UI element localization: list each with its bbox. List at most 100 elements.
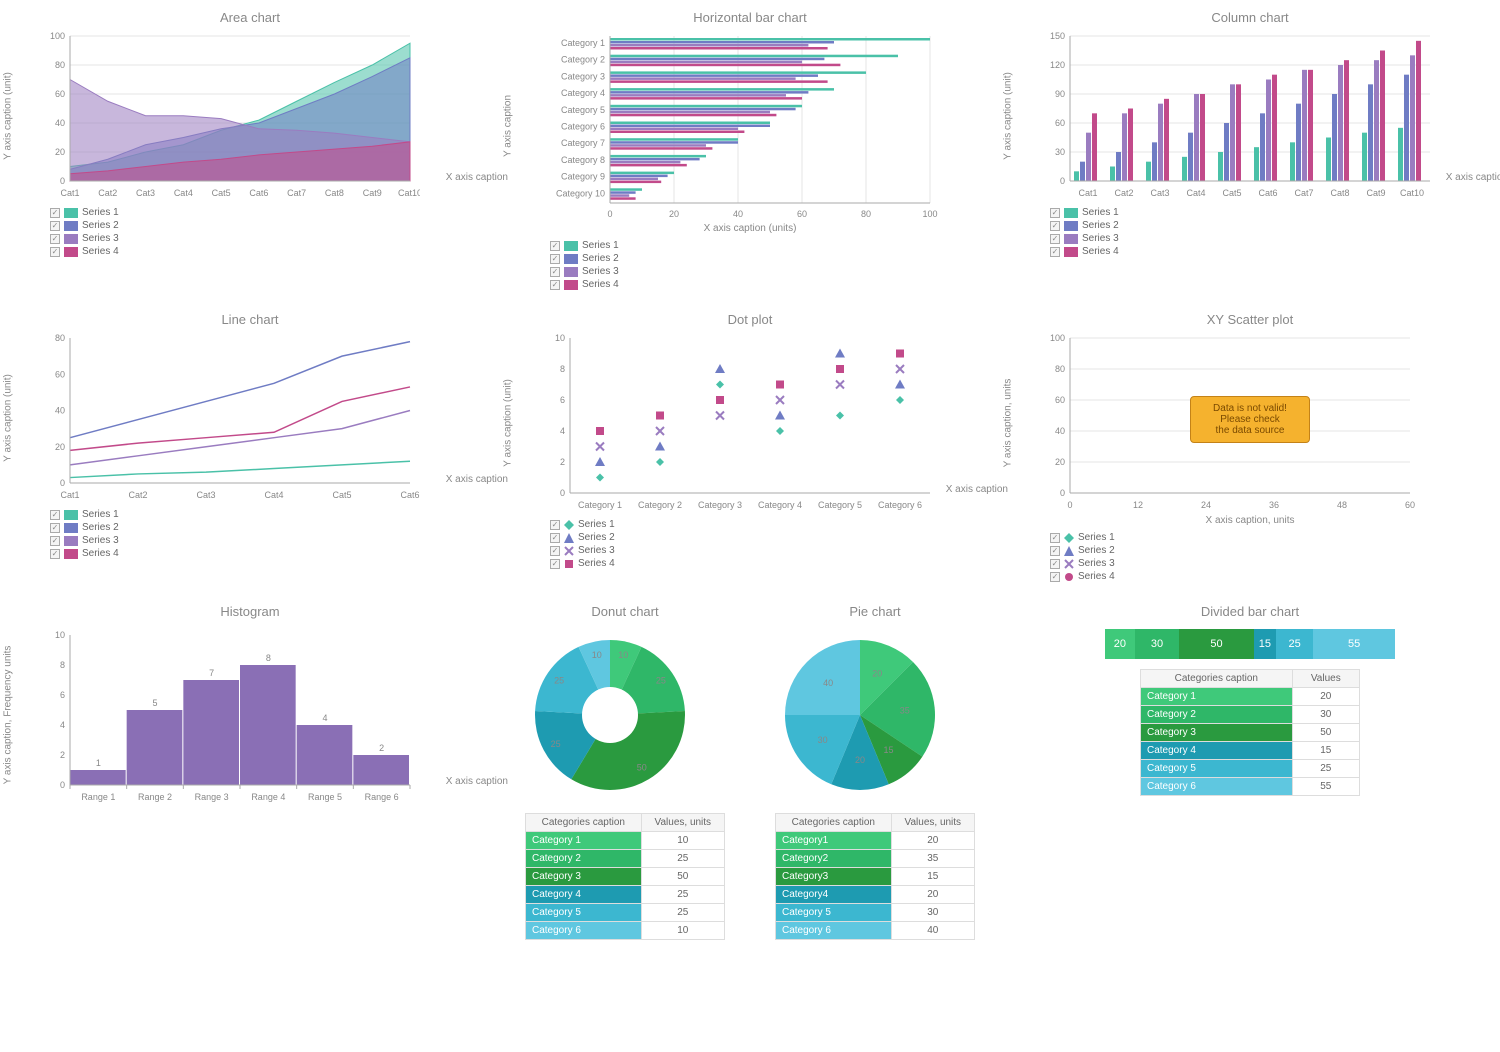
legend-item[interactable]: ✓Series 2: [1050, 220, 1490, 231]
svg-text:2: 2: [60, 750, 65, 760]
svg-text:0: 0: [607, 209, 612, 219]
legend-item[interactable]: ✓Series 1: [50, 207, 490, 218]
svg-text:20: 20: [55, 147, 65, 157]
svg-text:Range 1: Range 1: [81, 792, 115, 802]
svg-text:Cat3: Cat3: [196, 490, 215, 500]
svg-text:20: 20: [855, 755, 865, 765]
legend-item[interactable]: ✓Series 1: [550, 240, 990, 251]
svg-text:8: 8: [560, 364, 565, 374]
legend-item[interactable]: ✓Series 2: [550, 532, 990, 543]
svg-text:10: 10: [592, 650, 602, 660]
svg-text:30: 30: [1055, 147, 1065, 157]
svg-text:Category 10: Category 10: [556, 188, 605, 198]
svg-text:40: 40: [823, 678, 833, 688]
legend-item[interactable]: ✓Series 3: [50, 233, 490, 244]
svg-text:Category 2: Category 2: [638, 500, 682, 510]
svg-text:Cat5: Cat5: [212, 188, 231, 198]
area-plot: 020406080100Cat1Cat2Cat3Cat4Cat5Cat6Cat7…: [40, 31, 420, 201]
legend-item[interactable]: ✓Series 1: [1050, 207, 1490, 218]
legend-item[interactable]: ✓Series 3: [550, 266, 990, 277]
legend-item[interactable]: ✓Series 4: [50, 246, 490, 257]
svg-text:0: 0: [1060, 488, 1065, 498]
svg-text:Cat4: Cat4: [264, 490, 283, 500]
area-ylabel: Y axis caption (unit): [3, 72, 14, 160]
line-ylabel: Y axis caption (unit): [3, 374, 14, 462]
legend-item[interactable]: ✓Series 1: [1050, 532, 1490, 543]
svg-text:Cat10: Cat10: [1400, 188, 1424, 198]
legend-item[interactable]: ✓Series 1: [50, 509, 490, 520]
svg-text:Cat8: Cat8: [1330, 188, 1349, 198]
svg-text:Cat10: Cat10: [398, 188, 420, 198]
svg-text:12: 12: [1133, 500, 1143, 510]
legend-item[interactable]: ✓Series 3: [1050, 233, 1490, 244]
svg-text:Category 4: Category 4: [758, 500, 802, 510]
histogram-chart: Histogram Y axis caption, Frequency unit…: [10, 604, 490, 940]
legend-item[interactable]: ✓Series 1: [550, 519, 990, 530]
hist-plot: 02468101Range 15Range 27Range 38Range 44…: [40, 625, 420, 805]
svg-text:Range 5: Range 5: [308, 792, 342, 802]
legend-item[interactable]: ✓Series 4: [550, 558, 990, 569]
svg-text:1: 1: [96, 758, 101, 768]
divided-bar: 203050152555: [1105, 629, 1395, 659]
svg-text:Category 1: Category 1: [561, 38, 605, 48]
scatter-xlabel: X axis caption, units: [1010, 515, 1490, 526]
svg-text:60: 60: [1055, 118, 1065, 128]
svg-text:20: 20: [55, 442, 65, 452]
svg-text:100: 100: [1050, 333, 1065, 343]
svg-text:2: 2: [379, 743, 384, 753]
line-title: Line chart: [10, 312, 490, 327]
legend-item[interactable]: ✓Series 4: [50, 548, 490, 559]
svg-text:6: 6: [560, 395, 565, 405]
dot-xlabel: X axis caption: [946, 484, 1008, 495]
legend-item[interactable]: ✓Series 2: [50, 220, 490, 231]
column-ylabel: Y axis caption (unit): [1003, 72, 1014, 160]
divided-table: Categories captionValuesCategory 120Cate…: [1140, 669, 1360, 796]
column-plot: 0306090120150Cat1Cat2Cat3Cat4Cat5Cat6Cat…: [1040, 31, 1440, 201]
hbar-chart: Horizontal bar chart Y axis caption 0204…: [510, 10, 990, 292]
area-title: Area chart: [10, 10, 490, 25]
svg-text:30: 30: [818, 735, 828, 745]
column-title: Column chart: [1010, 10, 1490, 25]
svg-text:25: 25: [551, 739, 561, 749]
svg-text:Category 9: Category 9: [561, 172, 605, 182]
svg-text:Category 3: Category 3: [698, 500, 742, 510]
hbar-xlabel: X axis caption (units): [510, 223, 990, 234]
legend-item[interactable]: ✓Series 2: [50, 522, 490, 533]
svg-text:20: 20: [872, 668, 882, 678]
legend-item[interactable]: ✓Series 4: [550, 279, 990, 290]
legend-item[interactable]: ✓Series 2: [550, 253, 990, 264]
divided-chart: Divided bar chart 203050152555 Categorie…: [1010, 604, 1490, 940]
svg-text:10: 10: [618, 650, 628, 660]
legend-item[interactable]: ✓Series 3: [550, 545, 990, 556]
svg-text:40: 40: [1055, 426, 1065, 436]
svg-text:Cat2: Cat2: [1114, 188, 1133, 198]
svg-text:20: 20: [669, 209, 679, 219]
svg-text:Category 7: Category 7: [561, 138, 605, 148]
svg-text:Category 5: Category 5: [818, 500, 862, 510]
legend-item[interactable]: ✓Series 3: [1050, 558, 1490, 569]
svg-text:35: 35: [900, 706, 910, 716]
line-chart: Line chart Y axis caption (unit) 0204060…: [10, 312, 490, 584]
divided-title: Divided bar chart: [1010, 604, 1490, 619]
column-legend: ✓Series 1 ✓Series 2 ✓Series 3 ✓Series 4: [1050, 207, 1490, 257]
svg-text:Range 3: Range 3: [195, 792, 229, 802]
legend-item[interactable]: ✓Series 3: [50, 535, 490, 546]
svg-text:40: 40: [55, 118, 65, 128]
svg-text:5: 5: [152, 698, 157, 708]
svg-text:Category 6: Category 6: [878, 500, 922, 510]
svg-text:Cat6: Cat6: [400, 490, 419, 500]
scatter-title: XY Scatter plot: [1010, 312, 1490, 327]
svg-text:90: 90: [1055, 89, 1065, 99]
svg-text:Category 5: Category 5: [561, 105, 605, 115]
svg-text:0: 0: [60, 780, 65, 790]
legend-item[interactable]: ✓Series 4: [1050, 571, 1490, 582]
svg-text:0: 0: [1067, 500, 1072, 510]
svg-text:Range 2: Range 2: [138, 792, 172, 802]
svg-text:Cat3: Cat3: [1150, 188, 1169, 198]
svg-text:15: 15: [884, 745, 894, 755]
legend-item[interactable]: ✓Series 4: [1050, 246, 1490, 257]
svg-text:4: 4: [60, 720, 65, 730]
dot-title: Dot plot: [510, 312, 990, 327]
hist-xlabel: X axis caption: [446, 776, 508, 787]
legend-item[interactable]: ✓Series 2: [1050, 545, 1490, 556]
